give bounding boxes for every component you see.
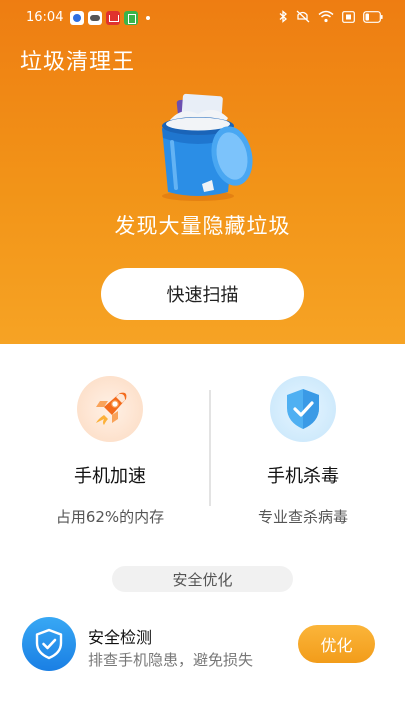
notification-icons xyxy=(70,11,150,25)
status-time: 16:04 xyxy=(26,10,64,25)
rocket-icon-badge xyxy=(77,376,143,442)
safety-check-subtitle: 排查手机隐患，避免损失 xyxy=(88,651,254,669)
hero-banner: 16:04 垃圾清理王 发现大量隐藏垃圾 快速扫描 xyxy=(0,0,405,344)
feature-antivirus-subtitle: 专业查杀病毒 xyxy=(257,508,348,526)
shield-check-icon xyxy=(35,628,63,660)
shopping-cart-icon xyxy=(106,11,120,25)
feature-antivirus-title: 手机杀毒 xyxy=(267,466,339,487)
wifi-icon xyxy=(318,10,334,23)
baidu-icon xyxy=(70,11,84,25)
cloud-icon xyxy=(88,11,102,25)
shield-check-icon xyxy=(287,389,319,429)
trash-bin-icon xyxy=(162,93,253,201)
system-icons xyxy=(279,10,383,23)
feature-speed-up-subtitle: 占用62%的内存 xyxy=(55,508,165,526)
feature-speed-up-title: 手机加速 xyxy=(74,466,146,487)
bluetooth-icon xyxy=(279,10,287,23)
green-app-icon xyxy=(124,11,138,25)
quick-scan-button[interactable]: 快速扫描 xyxy=(101,268,304,320)
more-notifications-dot xyxy=(146,16,150,20)
feature-antivirus[interactable]: 手机杀毒 专业查杀病毒 xyxy=(203,376,403,527)
shield-icon-badge xyxy=(270,376,336,442)
app-title: 垃圾清理王 xyxy=(20,50,136,75)
safety-check-title: 安全检测 xyxy=(88,628,153,647)
sim-icon xyxy=(342,10,355,23)
safety-check-row[interactable]: 安全检测 排查手机隐患，避免损失 优化 xyxy=(0,615,405,677)
feature-speed-up[interactable]: 手机加速 占用62%的内存 xyxy=(10,376,210,527)
optimize-button[interactable]: 优化 xyxy=(298,625,375,663)
hero-message: 发现大量隐藏垃圾 xyxy=(114,214,291,238)
battery-icon xyxy=(363,10,383,23)
safety-icon-badge xyxy=(22,617,76,671)
mute-icon xyxy=(296,10,310,23)
rocket-icon xyxy=(96,392,127,425)
status-bar: 16:04 xyxy=(0,0,405,36)
section-label: 安全优化 xyxy=(112,566,293,592)
